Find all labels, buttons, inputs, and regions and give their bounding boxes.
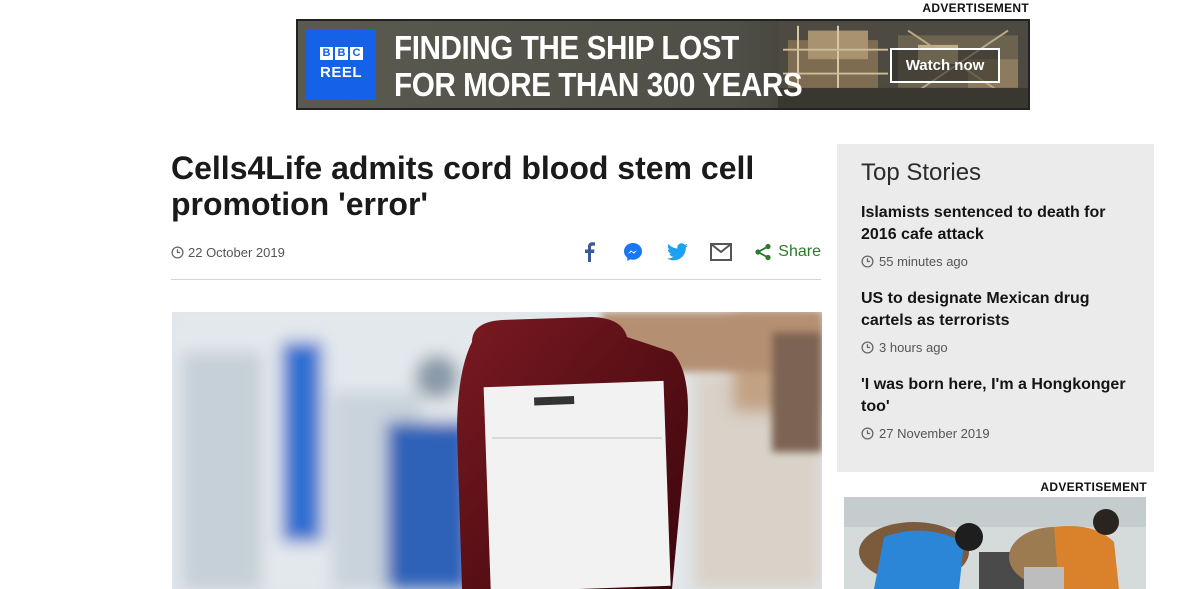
story-timestamp: 27 November 2019	[861, 426, 1141, 441]
top-stories-title: Top Stories	[861, 159, 982, 186]
banner-headline-line: FINDING THE SHIP LOST	[394, 29, 739, 66]
story-timestamp: 55 minutes ago	[861, 254, 1141, 269]
article-date: 22 October 2019	[171, 245, 285, 260]
clock-icon	[861, 341, 874, 354]
sidebar-advertisement-label: ADVERTISEMENT	[1040, 480, 1147, 494]
story-title-link[interactable]: US to designate Mexican drug cartels as …	[861, 288, 1141, 332]
article-headline: Cells4Life admits cord blood stem cell p…	[171, 150, 755, 222]
clock-icon	[861, 427, 874, 440]
students-photo	[844, 497, 1146, 589]
blood-bag-photo	[172, 312, 822, 589]
bbc-reel-logo: B B C REEL	[306, 29, 376, 100]
top-story-item[interactable]: Islamists sentenced to death for 2016 ca…	[861, 202, 1141, 269]
story-timestamp: 3 hours ago	[861, 340, 1141, 355]
bbc-logo-block: B	[320, 47, 333, 60]
twitter-icon[interactable]	[666, 241, 688, 263]
clock-icon	[171, 246, 184, 259]
story-time-text: 3 hours ago	[879, 340, 948, 355]
bbc-logo-block: B	[335, 47, 348, 60]
top-story-item[interactable]: 'I was born here, I'm a Hongkonger too' …	[861, 374, 1141, 441]
email-icon[interactable]	[710, 241, 733, 263]
reel-wordmark: REEL	[320, 64, 363, 81]
sidebar-ad-image[interactable]	[844, 497, 1146, 589]
article-date-text: 22 October 2019	[188, 245, 285, 260]
story-title-link[interactable]: Islamists sentenced to death for 2016 ca…	[861, 202, 1141, 246]
top-stories-panel: Top Stories Islamists sentenced to death…	[837, 144, 1154, 472]
banner-headline-line: FOR MORE THAN 300 YEARS	[394, 66, 803, 103]
story-title-link[interactable]: 'I was born here, I'm a Hongkonger too'	[861, 374, 1141, 418]
social-share-bar: Share	[556, 241, 821, 263]
messenger-icon[interactable]	[622, 241, 644, 263]
facebook-icon[interactable]	[578, 241, 600, 263]
bbc-logo-block: C	[350, 47, 363, 60]
bbc-reel-banner-ad[interactable]: B B C REEL FINDING THE SHIP LOST FOR MOR…	[296, 19, 1030, 110]
banner-headline: FINDING THE SHIP LOST FOR MORE THAN 300 …	[394, 29, 803, 103]
watch-now-button[interactable]: Watch now	[890, 48, 1000, 83]
article-hero-image	[172, 312, 822, 589]
share-button[interactable]: Share	[754, 243, 821, 261]
article-meta-bar: 22 October 2019 Share	[171, 240, 821, 280]
top-story-item[interactable]: US to designate Mexican drug cartels as …	[861, 288, 1141, 355]
clock-icon	[861, 255, 874, 268]
advertisement-label: ADVERTISEMENT	[922, 1, 1029, 15]
share-icon	[755, 243, 771, 261]
story-time-text: 27 November 2019	[879, 426, 990, 441]
story-time-text: 55 minutes ago	[879, 254, 968, 269]
share-label: Share	[778, 243, 821, 260]
